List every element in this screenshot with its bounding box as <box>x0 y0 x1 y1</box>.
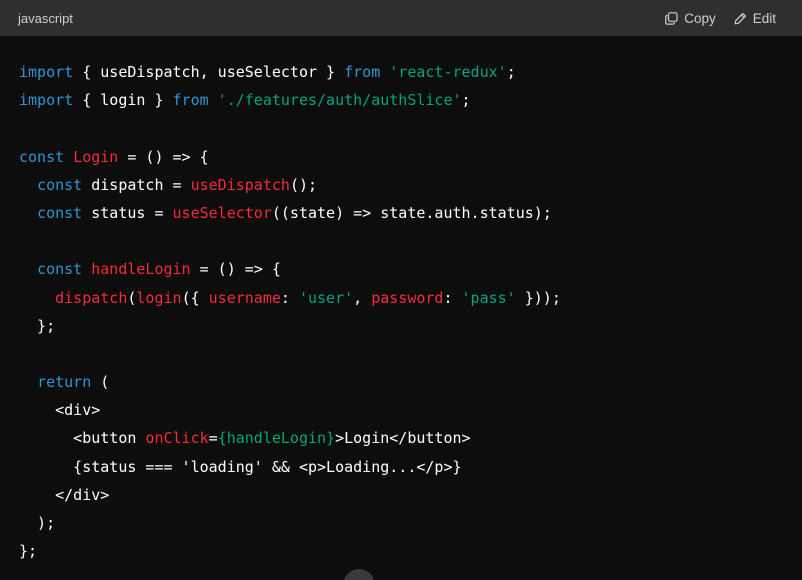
code-token: : <box>280 288 299 307</box>
code-line: import { login } from './features/auth/a… <box>19 86 802 114</box>
copy-icon <box>665 11 678 25</box>
code-token: dispatch = <box>82 175 191 194</box>
code-token: (); <box>289 175 318 194</box>
code-token: password <box>371 288 444 307</box>
code-token: const <box>37 260 83 279</box>
code-token: 'react-redux' <box>389 63 507 81</box>
code-line: ); <box>19 509 802 537</box>
code-content: import { useDispatch, useSelector } from… <box>0 36 802 565</box>
code-block: javascript Copy Edit import {useDispatc… <box>0 0 802 580</box>
copy-button[interactable]: Copy <box>665 11 716 26</box>
code-token: ); <box>19 514 56 532</box>
edit-label: Edit <box>752 10 776 26</box>
code-token: status = <box>82 203 173 222</box>
code-token: {handleLogin} <box>217 429 336 448</box>
code-line: {status === 'loading' && <p>Loading...</… <box>19 453 802 481</box>
code-token: const <box>37 203 83 222</box>
code-line: }; <box>19 312 802 340</box>
copy-label: Copy <box>684 10 716 26</box>
code-token: login <box>136 288 182 307</box>
code-token: import <box>19 91 74 110</box>
code-token: </div> <box>19 485 110 504</box>
language-label: javascript <box>18 10 73 26</box>
code-token: ((state) => state.auth.status); <box>271 203 552 222</box>
code-token: <div> <box>19 401 101 420</box>
code-token: { useDispatch, useSelector } <box>73 63 345 81</box>
code-token: ( <box>91 373 110 392</box>
code-actions: Copy Edit <box>665 11 776 26</box>
code-line: const handleLogin = () => { <box>19 255 802 283</box>
code-token: , <box>353 288 372 307</box>
code-token: : <box>443 288 462 307</box>
edit-button[interactable]: Edit <box>734 11 776 26</box>
code-token: { login } <box>73 91 173 110</box>
code-token: 'user' <box>298 288 354 307</box>
code-token: dispatch <box>55 288 128 307</box>
code-line: import { useDispatch, useSelector } from… <box>19 58 802 86</box>
code-line: const status = useSelector((state) => st… <box>19 199 802 227</box>
code-line: }; <box>19 537 802 565</box>
code-token: ; <box>506 63 516 81</box>
code-token: return <box>37 373 92 392</box>
code-token: }; <box>19 316 56 335</box>
code-line: return ( <box>19 368 802 396</box>
code-token: {status === 'loading' && <p>Loading...</… <box>19 457 462 476</box>
code-line: const Login = () => { <box>19 143 802 171</box>
code-token: const <box>19 147 65 166</box>
code-token: >Login</button> <box>335 429 471 448</box>
code-token: })); <box>515 288 561 307</box>
code-token: <button <box>19 429 146 448</box>
code-token: username <box>208 288 281 307</box>
code-line: <button onClick={handleLogin}>Login</but… <box>19 424 802 452</box>
code-token: from <box>172 91 209 110</box>
code-token: const <box>37 175 83 194</box>
code-token: = () => { <box>118 147 209 166</box>
scroll-down-button[interactable] <box>343 569 375 580</box>
code-token: import <box>19 63 74 81</box>
code-token: = <box>208 429 218 448</box>
code-line: </div> <box>19 481 802 509</box>
code-token: useDispatch <box>190 175 290 194</box>
code-line: <div> <box>19 396 802 424</box>
code-token: from <box>344 63 381 81</box>
code-token: onClick <box>145 429 209 448</box>
code-token: handleLogin <box>91 260 191 279</box>
code-token: }; <box>19 542 38 561</box>
edit-pencil-icon <box>734 12 747 25</box>
code-token: useSelector <box>172 203 272 222</box>
code-token: Login <box>73 147 119 166</box>
code-line: const dispatch = useDispatch(); <box>19 171 802 199</box>
code-token: = () => { <box>190 260 281 279</box>
code-token: 'pass' <box>461 288 516 307</box>
code-token: ; <box>461 91 471 110</box>
code-token: './features/auth/authSlice' <box>217 91 462 110</box>
code-block-header: javascript Copy Edit <box>0 0 802 36</box>
code-token: ({ <box>181 288 209 307</box>
code-line: dispatch(login({ username: 'user', passw… <box>19 284 802 312</box>
